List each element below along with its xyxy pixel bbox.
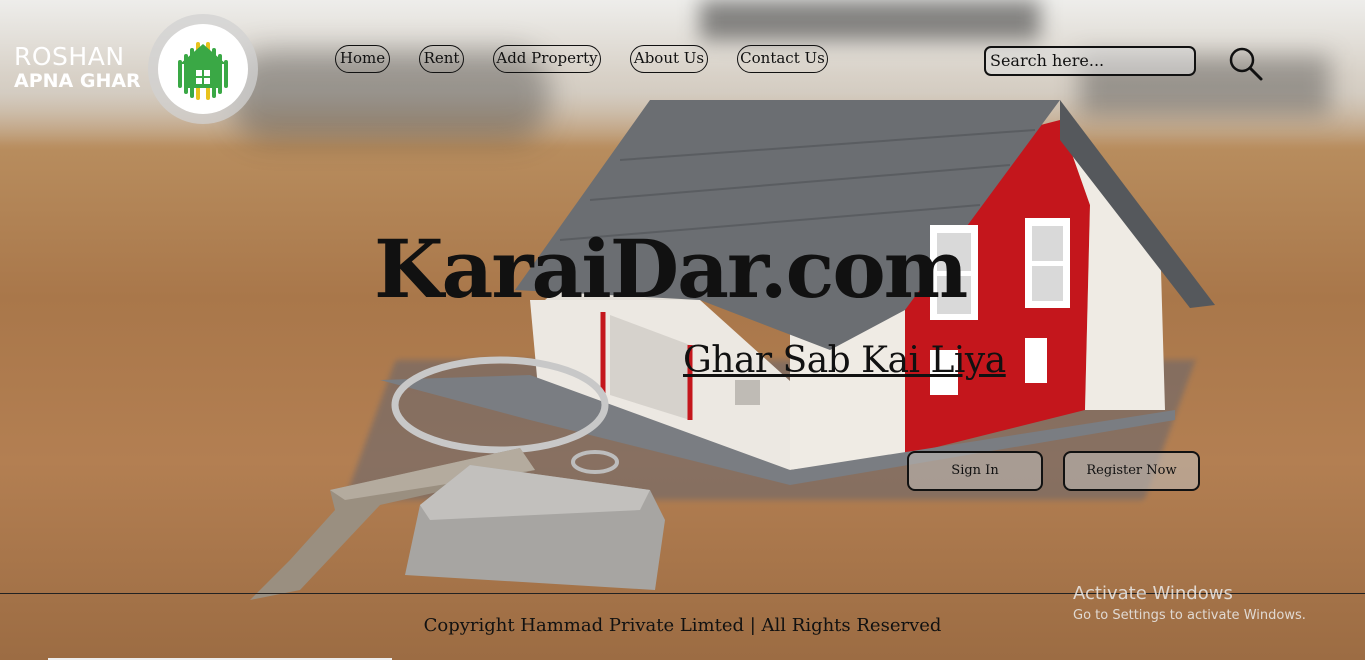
nav-contact-us[interactable]: Contact Us	[737, 45, 828, 73]
hero-title: KaraiDar.com	[374, 222, 968, 316]
sign-in-button[interactable]: Sign In	[907, 451, 1043, 491]
watermark-subtitle: Go to Settings to activate Windows.	[1073, 608, 1306, 623]
nav-rent[interactable]: Rent	[419, 45, 464, 73]
register-now-button[interactable]: Register Now	[1063, 451, 1200, 491]
search-icon[interactable]	[1228, 46, 1264, 82]
brand-name-line2: APNA GHAR	[14, 70, 141, 92]
house-logo-icon	[158, 24, 248, 114]
hero-subtitle: Ghar Sab Kai Liya	[683, 340, 1006, 381]
search-input[interactable]: Search here...	[984, 46, 1196, 76]
brand-name-line1: ROSHAN	[14, 42, 125, 71]
nav-add-property[interactable]: Add Property	[493, 45, 601, 73]
nav-about-us[interactable]: About Us	[630, 45, 708, 73]
watermark-title: Activate Windows	[1073, 583, 1233, 604]
windows-activation-watermark: Activate Windows Go to Settings to activ…	[1073, 583, 1306, 623]
brand-logo-text[interactable]: ROSHAN APNA GHAR	[14, 44, 141, 91]
nav-home[interactable]: Home	[335, 45, 390, 73]
